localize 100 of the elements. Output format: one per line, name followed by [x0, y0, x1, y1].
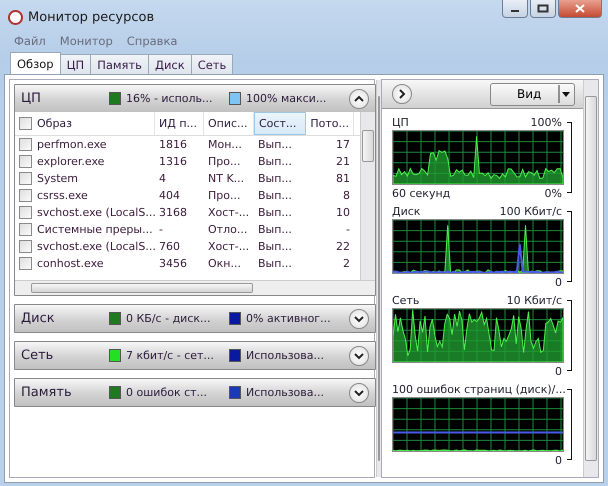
table-cell: - — [159, 223, 163, 236]
scrollbar[interactable] — [583, 80, 598, 477]
expand-button[interactable] — [349, 346, 369, 366]
section-title: Диск — [21, 311, 56, 326]
table-cell: Окн... — [208, 257, 241, 270]
chevron-down-icon — [354, 388, 364, 396]
table-cell: explorer.exe — [37, 155, 104, 168]
table-cell: - — [346, 223, 350, 236]
axis-max-label: 100% — [530, 116, 562, 129]
table-cell: Вып... — [258, 240, 292, 253]
table-cell: Мон... — [208, 138, 242, 151]
table-cell: 760 — [159, 240, 180, 253]
tab[interactable]: ЦП — [60, 54, 92, 74]
table-cell: Хост-... — [208, 206, 250, 219]
legend-text: 0% активног... — [246, 312, 331, 325]
column-header[interactable]: Пото... — [306, 112, 354, 135]
tab[interactable]: Диск — [148, 54, 192, 74]
column-header[interactable]: Сост... — [254, 112, 306, 135]
table-cell: 21 — [336, 155, 350, 168]
graph-title: 100 ошибок страниц (диск)/... — [392, 383, 566, 396]
legend-text: 16% - исполь... — [126, 92, 213, 105]
maximize-icon — [537, 4, 549, 13]
table-cell: 2 — [343, 257, 350, 270]
checkbox[interactable] — [19, 240, 32, 253]
chevron-down-icon — [354, 314, 364, 322]
legend-text: 0 КБ/с - диск... — [126, 312, 211, 325]
checkbox[interactable] — [19, 117, 32, 130]
table-cell: perfmon.exe — [37, 138, 107, 151]
table-cell: Вып... — [258, 155, 292, 168]
table-cell: System — [37, 172, 78, 185]
scale-bracket — [567, 389, 572, 460]
tab[interactable]: Сеть — [190, 54, 234, 74]
graph-title: Сеть — [392, 294, 420, 307]
table-cell: Системные преры... — [37, 223, 153, 236]
section-title: Сеть — [21, 348, 54, 363]
axis-min-label: 0 — [555, 276, 562, 289]
checkbox[interactable] — [19, 223, 32, 236]
minimize-button[interactable] — [502, 0, 528, 18]
checkbox[interactable] — [19, 257, 32, 270]
section-title: Память — [21, 385, 73, 400]
graph-title: ЦП — [392, 116, 409, 129]
view-button[interactable]: Вид — [490, 82, 575, 106]
close-icon — [574, 4, 586, 13]
checkbox[interactable] — [19, 189, 32, 202]
legend-text: 100% макси... — [246, 92, 326, 105]
table-cell: Вып... — [258, 206, 292, 219]
column-header[interactable]: Образ — [15, 112, 155, 135]
tab[interactable]: Память — [90, 54, 149, 74]
legend-text: Использова... — [246, 386, 324, 399]
section-title: ЦП — [21, 91, 42, 106]
table-cell: Про... — [208, 189, 240, 202]
app-icon — [8, 10, 23, 24]
tab[interactable]: Обзор — [10, 52, 61, 74]
axis-max-label: 10 Кбит/с — [506, 294, 562, 307]
section-header[interactable]: Диск 0 КБ/с - диск... 0% активног... — [15, 305, 375, 332]
table-cell: Вып... — [258, 138, 292, 151]
legend-text: 7 кбит/с - сет... — [126, 349, 214, 362]
table-cell: Хост-... — [208, 240, 250, 253]
axis-min-label: 0 — [555, 454, 562, 467]
column-header[interactable]: ИД п... — [155, 112, 204, 135]
table-cell: 1316 — [159, 155, 187, 168]
table-cell: 3456 — [159, 257, 187, 270]
maximize-button[interactable] — [530, 0, 556, 18]
chevron-up-icon — [354, 94, 364, 102]
table-cell: 1816 — [159, 138, 187, 151]
table-cell: 17 — [336, 138, 350, 151]
window-title: Монитор ресурсов — [28, 10, 156, 24]
table-cell: 81 — [336, 172, 350, 185]
table-cell: 8 — [343, 189, 350, 202]
table-cell: Про... — [208, 155, 240, 168]
table-cell: 22 — [336, 240, 350, 253]
chevron-right-icon — [397, 89, 407, 99]
table-cell: Вып... — [258, 257, 292, 270]
section-header[interactable]: Память 0 ошибок ст... Использова... — [15, 379, 375, 406]
checkbox[interactable] — [19, 172, 32, 185]
scale-bracket — [567, 122, 572, 193]
table-cell: svchost.exe (LocalS... — [37, 240, 156, 253]
close-button[interactable] — [558, 0, 602, 18]
scrollbar[interactable] — [15, 280, 375, 295]
axis-min-label: 0 — [555, 365, 562, 378]
expand-button[interactable] — [349, 382, 369, 402]
chevron-down-icon — [354, 352, 364, 360]
section-header[interactable]: Сеть 7 кбит/с - сет... Использова... — [15, 342, 375, 369]
checkbox[interactable] — [19, 138, 32, 151]
checkbox[interactable] — [19, 206, 32, 219]
collapse-button[interactable] — [349, 88, 369, 108]
table-cell: Вып... — [258, 223, 292, 236]
graph-title: Диск — [392, 205, 420, 218]
expand-button[interactable] — [349, 308, 369, 328]
scrollbar[interactable] — [360, 112, 375, 280]
expand-button[interactable] — [392, 84, 412, 104]
table-cell: NT K... — [208, 172, 244, 185]
dropdown-arrow-icon — [558, 85, 572, 103]
section-header[interactable]: ЦП 16% - исполь... 100% макси... — [15, 85, 375, 112]
table-cell: Вып... — [258, 189, 292, 202]
table-cell: svchost.exe (LocalS... — [37, 206, 156, 219]
scale-bracket — [567, 211, 572, 282]
legend-text: Использова... — [246, 349, 324, 362]
table-cell: Отло... — [208, 223, 248, 236]
checkbox[interactable] — [19, 155, 32, 168]
